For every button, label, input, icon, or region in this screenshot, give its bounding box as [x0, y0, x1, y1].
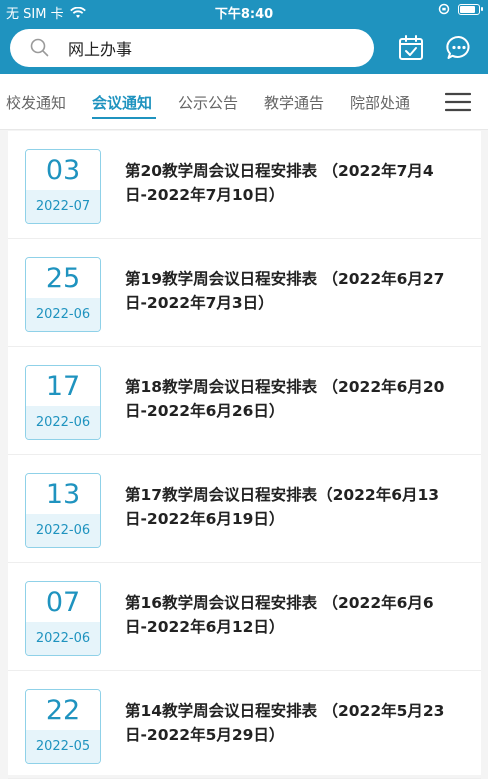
status-right: [438, 3, 483, 15]
date-day: 07: [26, 582, 100, 622]
date-year-month: 2022-06: [26, 406, 100, 439]
item-title: 第20教学周会议日程安排表 （2022年7月4日-2022年7月10日）: [125, 162, 434, 204]
list-item[interactable]: 22 2022-05 第14教学周会议日程安排表 （2022年5月23日-202…: [8, 671, 481, 779]
date-year-month: 2022-07: [26, 190, 100, 223]
list-item[interactable]: 03 2022-07 第20教学周会议日程安排表 （2022年7月4日-2022…: [8, 131, 481, 239]
list-item[interactable]: 17 2022-06 第18教学周会议日程安排表 （2022年6月20日-202…: [8, 347, 481, 455]
battery-icon: [458, 3, 483, 15]
status-bar: 无 SIM 卡 下午8:40: [0, 0, 488, 22]
date-day: 25: [26, 258, 100, 298]
item-title: 第16教学周会议日程安排表 （2022年6月6日-2022年6月12日）: [125, 594, 434, 636]
chat-icon[interactable]: [445, 34, 473, 62]
item-title: 第17教学周会议日程安排表（2022年6月13日-2022年6月19日）: [125, 486, 440, 528]
list-item[interactable]: 13 2022-06 第17教学周会议日程安排表（2022年6月13日-2022…: [8, 455, 481, 563]
top-bar: 网上办事: [0, 22, 488, 74]
date-badge: 03 2022-07: [25, 149, 101, 224]
rotation-lock-icon: [438, 3, 450, 15]
active-tab-indicator: [92, 117, 156, 119]
tab-school-notices[interactable]: 校发通知: [6, 92, 66, 113]
search-input[interactable]: 网上办事: [10, 29, 374, 67]
date-year-month: 2022-05: [26, 730, 100, 763]
menu-button[interactable]: [428, 74, 488, 129]
item-title: 第18教学周会议日程安排表 （2022年6月20日-2022年6月26日）: [125, 378, 445, 420]
date-year-month: 2022-06: [26, 622, 100, 655]
category-tabs: 校发通知 会议通知 公示公告 教学通告 院部处通: [0, 74, 488, 130]
calendar-icon[interactable]: [397, 34, 425, 62]
date-day: 13: [26, 474, 100, 514]
item-title: 第14教学周会议日程安排表 （2022年5月23日-2022年5月29日）: [125, 702, 445, 744]
date-badge: 17 2022-06: [25, 365, 101, 440]
date-badge: 07 2022-06: [25, 581, 101, 656]
tab-department-notices[interactable]: 院部处通: [350, 92, 410, 113]
date-day: 17: [26, 366, 100, 406]
list-item[interactable]: 25 2022-06 第19教学周会议日程安排表 （2022年6月27日-202…: [8, 239, 481, 347]
search-icon: [30, 38, 49, 57]
tab-public-announcements[interactable]: 公示公告: [178, 92, 238, 113]
tab-meeting-notices[interactable]: 会议通知: [92, 92, 152, 113]
hamburger-icon: [445, 92, 471, 112]
item-title: 第19教学周会议日程安排表 （2022年6月27日-2022年7月3日）: [125, 270, 445, 312]
date-day: 03: [26, 150, 100, 190]
tab-teaching-notices[interactable]: 教学通告: [264, 92, 324, 113]
clock: 下午8:40: [214, 7, 274, 22]
date-year-month: 2022-06: [26, 298, 100, 331]
date-badge: 25 2022-06: [25, 257, 101, 332]
notice-list: 03 2022-07 第20教学周会议日程安排表 （2022年7月4日-2022…: [8, 131, 481, 779]
date-day: 22: [26, 690, 100, 730]
date-badge: 13 2022-06: [25, 473, 101, 548]
battery-level: [460, 5, 475, 13]
list-item[interactable]: 07 2022-06 第16教学周会议日程安排表 （2022年6月6日-2022…: [8, 563, 481, 671]
date-badge: 22 2022-05: [25, 689, 101, 764]
search-value: 网上办事: [68, 40, 133, 59]
date-year-month: 2022-06: [26, 514, 100, 547]
